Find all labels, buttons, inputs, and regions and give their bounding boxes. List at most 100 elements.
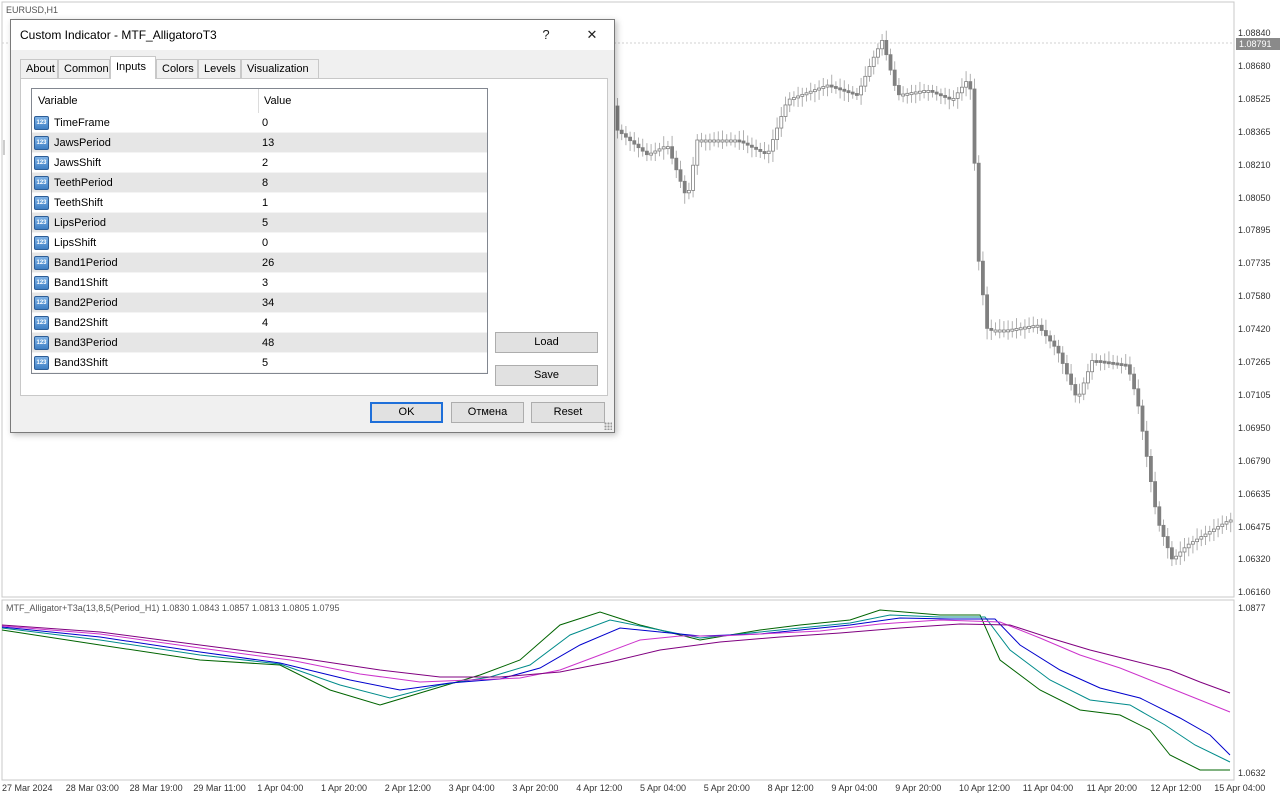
- variable-value[interactable]: 5: [262, 213, 268, 233]
- tab-inputs[interactable]: Inputs: [110, 56, 156, 79]
- variable-value[interactable]: 26: [262, 253, 274, 273]
- price-tick-label: 1.06950: [1238, 422, 1271, 433]
- table-row[interactable]: 123 Band2Period 34: [32, 293, 487, 313]
- close-icon[interactable]: ✕: [572, 20, 612, 50]
- inputs-table[interactable]: Variable Value 123 TimeFrame 0 123 JawsPerio…: [31, 88, 488, 374]
- variable-value[interactable]: 13: [262, 133, 274, 153]
- table-row[interactable]: 123 JawsPeriod 13: [32, 133, 487, 153]
- variable-name: Band3Period: [54, 337, 118, 349]
- save-button[interactable]: Save: [495, 365, 598, 386]
- variable-name: JawsShift: [54, 157, 102, 169]
- time-tick-label: 9 Apr 04:00: [831, 783, 878, 793]
- current-price-label: 1.08791: [1236, 38, 1280, 50]
- variable-value[interactable]: 2: [262, 153, 268, 173]
- tab-about[interactable]: About: [20, 59, 58, 79]
- price-tick-label: 1.07105: [1238, 389, 1271, 400]
- dialog-title: Custom Indicator - MTF_AlligatoroT3: [20, 28, 217, 42]
- price-tick-label: 1.08365: [1238, 126, 1271, 137]
- price-tick-label: 1.08050: [1238, 192, 1271, 203]
- variable-value[interactable]: 4: [262, 313, 268, 333]
- indicator-scale-top: 1.0877: [1238, 603, 1266, 613]
- variable-value[interactable]: 5: [262, 353, 268, 373]
- table-row[interactable]: 123 LipsShift 0: [32, 233, 487, 253]
- price-tick-label: 1.06790: [1238, 455, 1271, 466]
- time-tick-label: 4 Apr 12:00: [576, 783, 623, 793]
- variable-name: Band2Period: [54, 297, 118, 309]
- integer-type-icon: 123: [34, 156, 49, 170]
- integer-type-icon: 123: [34, 116, 49, 130]
- time-tick-label: 5 Apr 20:00: [703, 783, 750, 793]
- table-header: Variable Value: [32, 89, 487, 113]
- table-row[interactable]: 123 Band2Shift 4: [32, 313, 487, 333]
- variable-value[interactable]: 0: [262, 113, 268, 133]
- variable-name: LipsPeriod: [54, 217, 106, 229]
- integer-type-icon: 123: [34, 296, 49, 310]
- price-tick-label: 1.06320: [1238, 554, 1271, 565]
- help-icon[interactable]: ?: [526, 20, 566, 50]
- time-tick-label: 11 Apr 04:00: [1022, 783, 1074, 793]
- variable-value[interactable]: 3: [262, 273, 268, 293]
- price-tick-label: 1.08840: [1238, 28, 1271, 38]
- variable-name: TeethShift: [54, 197, 103, 209]
- tab-levels[interactable]: Levels: [198, 59, 241, 79]
- dialog-titlebar[interactable]: Custom Indicator - MTF_AlligatoroT3 ? ✕: [11, 20, 614, 50]
- time-tick-label: 10 Apr 12:00: [959, 783, 1011, 793]
- symbol-label: EURUSD,H1: [6, 5, 59, 15]
- table-row[interactable]: 123 TeethPeriod 8: [32, 173, 487, 193]
- ok-button[interactable]: OK: [370, 402, 443, 423]
- table-row[interactable]: 123 JawsShift 2: [32, 153, 487, 173]
- variable-value[interactable]: 8: [262, 173, 268, 193]
- tab-colors[interactable]: Colors: [156, 59, 198, 79]
- price-tick-label: 1.08210: [1238, 159, 1271, 170]
- inputs-panel: Variable Value 123 TimeFrame 0 123 JawsPerio…: [20, 78, 608, 396]
- variable-name: Band2Shift: [54, 317, 108, 329]
- cancel-button[interactable]: Отмена: [451, 402, 524, 423]
- price-tick-label: 1.07735: [1238, 258, 1271, 269]
- price-tick-label: 1.08525: [1238, 93, 1271, 104]
- price-tick-label: 1.06635: [1238, 488, 1271, 499]
- indicator-label: MTF_Alligator+T3a(13,8,5(Period_H1) 1.08…: [6, 603, 340, 613]
- price-tick-label: 1.07895: [1238, 225, 1271, 236]
- time-tick-label: 15 Apr 04:00: [1214, 783, 1266, 793]
- time-tick-label: 29 Mar 11:00: [193, 783, 246, 793]
- table-row[interactable]: 123 Band1Shift 3: [32, 273, 487, 293]
- integer-type-icon: 123: [34, 216, 49, 230]
- indicator-scale-bottom: 1.0632: [1238, 768, 1266, 778]
- time-tick-label: 3 Apr 04:00: [448, 783, 495, 793]
- load-button[interactable]: Load: [495, 332, 598, 353]
- table-row[interactable]: 123 Band3Shift 5: [32, 353, 487, 373]
- time-tick-label: 5 Apr 04:00: [640, 783, 687, 793]
- price-tick-label: 1.07580: [1238, 291, 1271, 302]
- reset-button[interactable]: Reset: [531, 402, 605, 423]
- table-row[interactable]: 123 Band3Period 48: [32, 333, 487, 353]
- price-tick-label: 1.06475: [1238, 521, 1271, 532]
- variable-name: Band1Period: [54, 257, 118, 269]
- time-tick-label: 12 Apr 12:00: [1150, 783, 1202, 793]
- time-tick-label: 9 Apr 20:00: [895, 783, 942, 793]
- price-tick-label: 1.07420: [1238, 324, 1271, 335]
- time-tick-label: 28 Mar 19:00: [129, 783, 183, 793]
- price-tick-label: 1.08680: [1238, 60, 1271, 71]
- table-row[interactable]: 123 TeethShift 1: [32, 193, 487, 213]
- integer-type-icon: 123: [34, 176, 49, 190]
- variable-name: TeethPeriod: [54, 177, 113, 189]
- integer-type-icon: 123: [34, 136, 49, 150]
- custom-indicator-dialog: Custom Indicator - MTF_AlligatoroT3 ? ✕ …: [10, 19, 615, 433]
- price-tick-label: 1.07265: [1238, 357, 1271, 367]
- variable-value[interactable]: 34: [262, 293, 274, 313]
- tab-visualization[interactable]: Visualization: [241, 59, 319, 79]
- variable-value[interactable]: 0: [262, 233, 268, 253]
- column-variable[interactable]: Variable: [32, 89, 78, 113]
- variable-value[interactable]: 1: [262, 193, 268, 213]
- variable-value[interactable]: 48: [262, 333, 274, 353]
- tab-common[interactable]: Common: [58, 59, 110, 79]
- integer-type-icon: 123: [34, 316, 49, 330]
- table-row[interactable]: 123 Band1Period 26: [32, 253, 487, 273]
- table-row[interactable]: 123 TimeFrame 0: [32, 113, 487, 133]
- column-value[interactable]: Value: [258, 89, 291, 113]
- resize-grip-icon[interactable]: [604, 422, 612, 430]
- variable-name: LipsShift: [54, 237, 97, 249]
- time-tick-label: 1 Apr 04:00: [257, 783, 304, 793]
- table-row[interactable]: 123 LipsPeriod 5: [32, 213, 487, 233]
- time-tick-label: 8 Apr 12:00: [767, 783, 814, 793]
